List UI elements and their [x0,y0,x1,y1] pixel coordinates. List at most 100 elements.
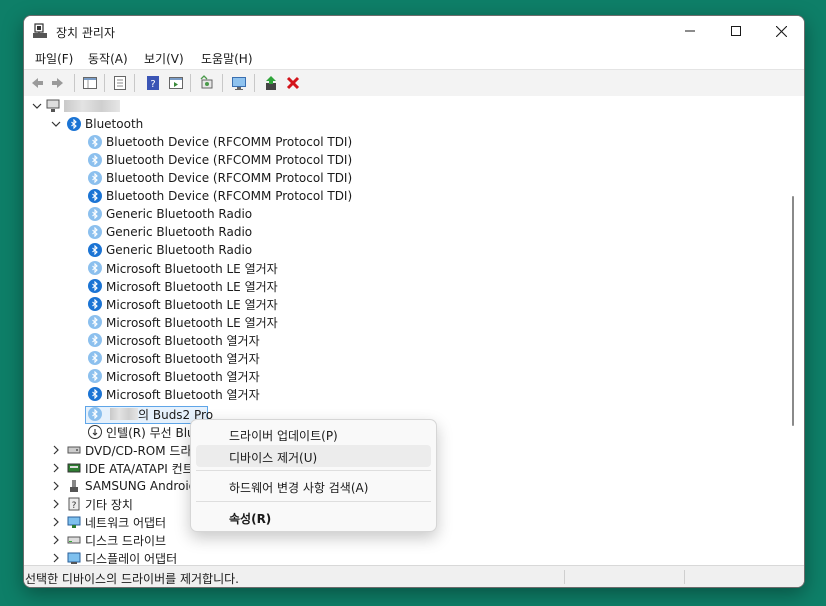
menu-item-scan-hardware-changes[interactable]: 하드웨어 변경 사항 검색(A) [196,475,431,497]
menu-item-uninstall-device[interactable]: 디바이스 제거(U) [196,445,431,467]
menu-file[interactable]: 파일(F) [32,49,76,68]
menu-separator [196,470,431,471]
disk-drive-icon [67,533,81,547]
toolbar-separator [222,74,223,92]
forward-button[interactable] [49,74,67,92]
minimize-button[interactable] [667,16,713,46]
status-divider [564,570,565,584]
bluetooth-icon [88,135,102,149]
back-button[interactable] [28,74,46,92]
show-hidden-icon [169,77,183,89]
show-hidden-button[interactable] [167,74,185,92]
status-text: 선택한 디바이스의 드라이버를 제거합니다. [25,572,239,586]
close-icon [775,25,787,37]
maximize-button[interactable] [713,16,759,46]
menu-bar: 파일(F) 동작(A) 보기(V) 도움말(H) [24,46,804,68]
vertical-scrollbar[interactable] [792,196,794,426]
tree-item-label: Bluetooth Device (RFCOMM Protocol TDI) [106,189,353,203]
help-button[interactable]: ? [144,74,162,92]
chevron-right-icon[interactable] [51,553,61,563]
tree-item-bluetooth-device[interactable]: Bluetooth Device (RFCOMM Protocol TDI) [88,169,352,187]
category-row[interactable]: ? 기타 장치 [51,495,133,513]
device-manager-app-icon [32,23,48,39]
chevron-right-icon[interactable] [51,445,61,455]
show-hide-console-tree-button[interactable] [81,74,99,92]
bluetooth-icon [88,369,102,383]
tree-item-label: Microsoft Bluetooth LE 열거자 [106,297,278,312]
tree-item-label: 인텔(R) 무선 Blu [106,425,195,440]
bluetooth-icon [88,333,102,347]
uninstall-device-button[interactable] [284,74,302,92]
chevron-right-icon[interactable] [51,517,61,527]
usb-device-icon [67,479,81,493]
tree-item-label: Bluetooth Device (RFCOMM Protocol TDI) [106,171,353,185]
properties-button[interactable] [111,74,129,92]
chevron-right-icon[interactable] [51,463,61,473]
update-driver-button[interactable] [262,74,280,92]
bluetooth-icon [88,387,102,401]
help-icon: ? [147,76,159,90]
bluetooth-icon [88,171,102,185]
menu-item-label: 드라이버 업데이트(P) [229,429,338,443]
add-legacy-hardware-button[interactable] [230,74,248,92]
tree-item-label: Microsoft Bluetooth LE 열거자 [106,261,278,276]
menu-action[interactable]: 동작(A) [85,49,131,68]
category-bluetooth[interactable]: Bluetooth [51,115,143,133]
category-label: 디스플레이 어댑터 [85,551,178,565]
close-button[interactable] [758,16,804,46]
toolbar-separator [134,74,135,92]
toolbar-separator [74,74,75,92]
network-adapter-icon [67,515,81,529]
tree-item-bluetooth-device[interactable]: Microsoft Bluetooth LE 열거자 [88,295,278,313]
tree-item-bluetooth-device[interactable]: Microsoft Bluetooth LE 열거자 [88,259,278,277]
chevron-right-icon[interactable] [51,535,61,545]
category-row[interactable]: IDE ATA/ATAPI 컨트 [51,459,194,477]
bluetooth-icon [88,153,102,167]
bluetooth-icon [88,407,102,421]
tree-item-label: Bluetooth Device (RFCOMM Protocol TDI) [106,135,353,149]
svg-text:?: ? [150,79,155,90]
tree-item-bluetooth-device[interactable]: Microsoft Bluetooth 열거자 [88,349,260,367]
chevron-down-icon [32,103,42,109]
tree-item-bluetooth-device[interactable]: Generic Bluetooth Radio [88,223,252,241]
tree-item-intel-wireless[interactable]: 인텔(R) 무선 Blu [88,423,195,441]
category-row[interactable]: 디스크 드라이브 [51,531,166,549]
tree-item-bluetooth-device[interactable]: Microsoft Bluetooth 열거자 [88,331,260,349]
menu-item-update-driver[interactable]: 드라이버 업데이트(P) [196,423,431,445]
tree-item-bluetooth-device[interactable]: Microsoft Bluetooth LE 열거자 [88,277,278,295]
tree-item-bluetooth-device[interactable]: Bluetooth Device (RFCOMM Protocol TDI) [88,151,352,169]
uninstall-x-icon [286,76,300,90]
scan-hardware-button[interactable] [198,74,216,92]
back-arrow-icon [32,78,43,88]
tree-item-label: Microsoft Bluetooth 열거자 [106,333,260,348]
category-row[interactable]: DVD/CD-ROM 드라 [51,441,192,459]
window-title: 장치 관리자 [56,26,116,40]
chevron-down-icon [51,121,61,127]
menu-item-label: 하드웨어 변경 사항 검색(A) [229,481,369,495]
category-row[interactable]: 디스플레이 어댑터 [51,549,177,564]
properties-icon [114,76,126,90]
menu-item-label: 속성(R) [229,512,272,526]
tree-item-bluetooth-device[interactable]: Generic Bluetooth Radio [88,241,252,259]
tree-item-label: Generic Bluetooth Radio [106,225,253,239]
menu-item-label: 디바이스 제거(U) [229,451,318,465]
tree-item-bluetooth-device[interactable]: Microsoft Bluetooth 열거자 [88,367,260,385]
monitor-icon [232,77,246,90]
tree-item-bluetooth-device[interactable]: Microsoft Bluetooth 열거자 [88,385,260,403]
svg-text:?: ? [72,501,77,511]
tree-root[interactable] [32,97,120,115]
forward-arrow-icon [52,78,63,88]
dvd-drive-icon [67,443,81,457]
tree-item-bluetooth-device[interactable]: Bluetooth Device (RFCOMM Protocol TDI) [88,187,352,205]
menu-item-properties[interactable]: 속성(R) [196,506,431,528]
menu-help[interactable]: 도움말(H) [198,49,256,68]
category-row[interactable]: 네트워크 어댑터 [51,513,166,531]
tree-item-label: Microsoft Bluetooth 열거자 [106,351,260,366]
menu-view[interactable]: 보기(V) [141,49,187,68]
chevron-right-icon[interactable] [51,481,61,491]
tree-item-bluetooth-device[interactable]: Generic Bluetooth Radio [88,205,252,223]
chevron-right-icon[interactable] [51,499,61,509]
category-row[interactable]: SAMSUNG Android [51,477,196,495]
tree-item-bluetooth-device[interactable]: Microsoft Bluetooth LE 열거자 [88,313,278,331]
tree-item-bluetooth-device[interactable]: Bluetooth Device (RFCOMM Protocol TDI) [88,133,352,151]
